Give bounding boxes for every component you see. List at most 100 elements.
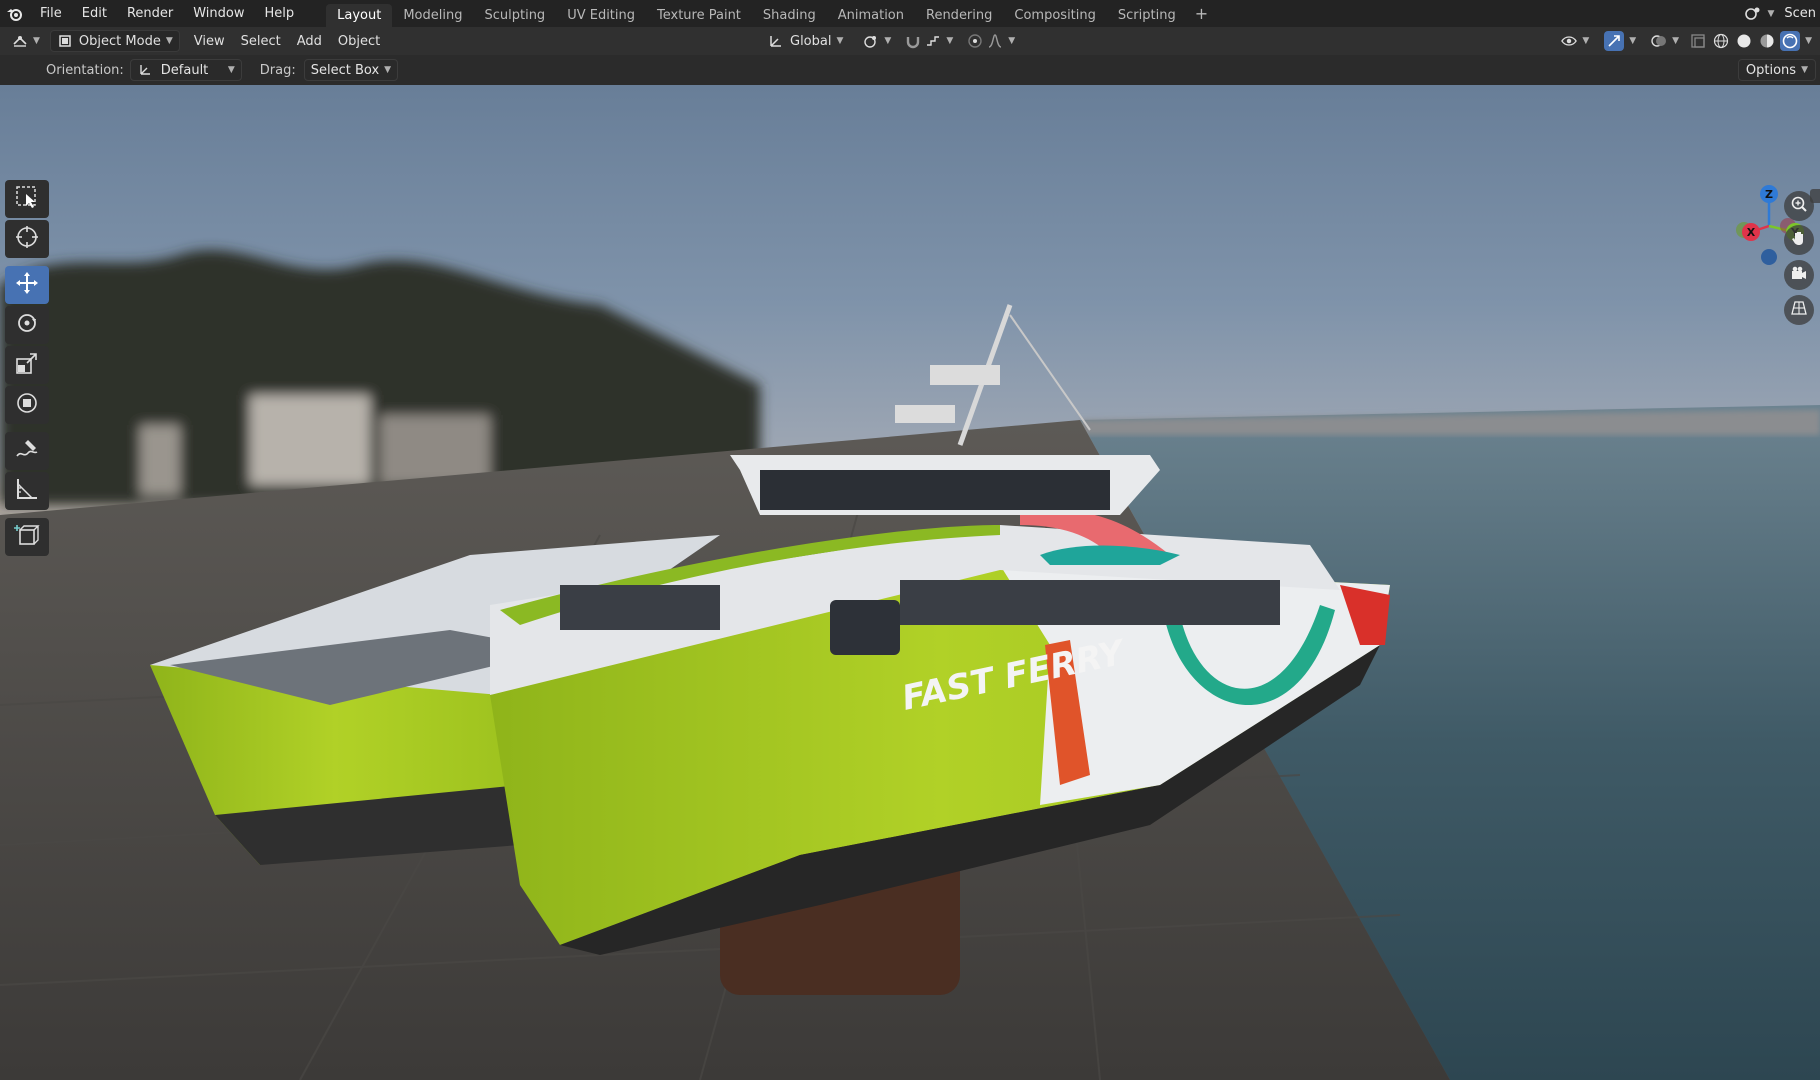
menu-edit[interactable]: Edit — [72, 0, 117, 27]
chevron-down-icon: ▼ — [165, 36, 173, 46]
drag-dropdown[interactable]: Select Box ▼ — [303, 59, 399, 81]
rotate-tool[interactable] — [5, 306, 49, 344]
chevron-down-icon: ▼ — [1672, 36, 1680, 46]
measure-ruler-icon — [14, 476, 40, 506]
shading-options-chevron-icon[interactable]: ▼ — [1805, 36, 1812, 46]
workspace-tabs: Layout Modeling Sculpting UV Editing Tex… — [326, 0, 1216, 27]
scale-tool[interactable] — [5, 346, 49, 384]
chevron-down-icon: ▼ — [1582, 36, 1590, 46]
mode-selector[interactable]: Object Mode ▼ — [49, 30, 180, 52]
menu-window[interactable]: Window — [183, 0, 254, 27]
drag-value: Select Box — [310, 62, 380, 78]
tool-settings-bar: Orientation: Default ▼ Drag: Select Box … — [0, 55, 1820, 85]
chevron-down-icon: ▼ — [1629, 36, 1637, 46]
rendered-shading-icon[interactable] — [1780, 31, 1801, 51]
z-axis-label: Z — [1765, 188, 1773, 201]
orientation-axes-icon — [768, 33, 784, 49]
material-preview-shading-icon[interactable] — [1757, 31, 1777, 51]
3d-viewport[interactable]: FAST FERRY Z X — [0, 85, 1820, 1080]
orientation-label: Orientation: — [46, 62, 124, 78]
perspective-toggle-button[interactable] — [1784, 295, 1814, 325]
overlays-toggle[interactable]: ▼ — [1645, 30, 1685, 52]
grid-perspective-icon — [1790, 299, 1808, 321]
menu-render[interactable]: Render — [117, 0, 183, 27]
pivot-point-dropdown[interactable]: ▼ — [857, 30, 897, 52]
mode-label: Object Mode — [78, 33, 161, 49]
viewport-header: ▼ Object Mode ▼ View Select Add Object G… — [0, 27, 1820, 55]
scene-selector-icon[interactable]: ▼ — [1740, 6, 1778, 22]
tab-layout[interactable]: Layout — [326, 4, 393, 27]
overlays-icon — [1651, 33, 1667, 49]
magnet-icon — [905, 33, 921, 49]
annotate-pencil-icon — [14, 436, 40, 466]
orientation-value: Default — [160, 62, 209, 78]
pan-view-button[interactable] — [1784, 225, 1814, 255]
add-workspace-button[interactable]: + — [1187, 4, 1216, 23]
tab-uv-editing[interactable]: UV Editing — [556, 4, 646, 27]
x-axis-label: X — [1747, 226, 1756, 239]
tab-texture-paint[interactable]: Texture Paint — [646, 4, 752, 27]
eye-icon — [1561, 33, 1578, 49]
scene-name-field[interactable]: Scen — [1778, 6, 1820, 21]
cursor-icon — [14, 224, 40, 254]
scale-icon — [14, 350, 40, 380]
gizmo-toggle[interactable]: ▼ — [1598, 30, 1642, 52]
chevron-down-icon: ▼ — [1008, 36, 1016, 46]
tab-animation[interactable]: Animation — [827, 4, 915, 27]
options-label: Options — [1745, 62, 1797, 78]
pivot-icon — [863, 33, 879, 49]
menu-view[interactable]: View — [188, 30, 231, 52]
snap-toggle[interactable]: ▼ — [899, 30, 959, 52]
orientation-dropdown[interactable]: Default ▼ — [129, 59, 242, 81]
zoom-icon — [1790, 195, 1808, 217]
wireframe-shading-icon[interactable] — [1711, 31, 1731, 51]
rendered-scene: FAST FERRY — [0, 250, 1820, 1080]
chevron-down-icon: ▼ — [1801, 65, 1808, 75]
tab-rendering[interactable]: Rendering — [915, 4, 1003, 27]
chevron-down-icon: ▼ — [884, 36, 892, 46]
camera-view-button[interactable] — [1784, 260, 1814, 290]
tab-scripting[interactable]: Scripting — [1107, 4, 1187, 27]
select-box-tool[interactable] — [5, 180, 49, 218]
drag-label: Drag: — [259, 62, 296, 78]
chevron-down-icon: ▼ — [946, 36, 954, 46]
proportional-editing-toggle[interactable]: ▼ — [961, 30, 1021, 52]
cursor-tool[interactable] — [5, 220, 49, 258]
chevron-down-icon: ▼ — [384, 65, 392, 75]
tab-compositing[interactable]: Compositing — [1003, 4, 1107, 27]
options-dropdown[interactable]: Options ▼ — [1737, 59, 1816, 81]
move-icon — [14, 270, 40, 300]
editor-type-button[interactable]: ▼ — [6, 30, 46, 52]
move-tool[interactable] — [5, 266, 49, 304]
gizmo-icon — [1604, 31, 1625, 51]
menu-file[interactable]: File — [30, 0, 72, 27]
xray-toggle-icon[interactable] — [1688, 31, 1708, 51]
transform-tool[interactable] — [5, 386, 49, 424]
tab-shading[interactable]: Shading — [752, 4, 827, 27]
annotate-tool[interactable] — [5, 432, 49, 470]
menu-object[interactable]: Object — [332, 30, 386, 52]
solid-shading-icon[interactable] — [1734, 31, 1754, 51]
object-mode-icon — [57, 33, 73, 49]
tab-modeling[interactable]: Modeling — [392, 4, 473, 27]
chevron-down-icon: ▼ — [227, 65, 235, 75]
menu-select[interactable]: Select — [235, 30, 287, 52]
tab-sculpting[interactable]: Sculpting — [473, 4, 556, 27]
transform-icon — [14, 390, 40, 420]
zoom-view-button[interactable] — [1784, 191, 1814, 221]
negative-z-handle[interactable] — [1761, 249, 1777, 265]
snap-target-icon — [925, 33, 941, 49]
tool-shelf — [5, 180, 53, 558]
menu-add[interactable]: Add — [291, 30, 328, 52]
menu-help[interactable]: Help — [255, 0, 305, 27]
blender-logo-icon[interactable] — [0, 0, 30, 27]
proportional-editing-icon — [967, 33, 983, 49]
top-menu-bar: File Edit Render Window Help Layout Mode… — [0, 0, 1820, 27]
object-visibility-dropdown[interactable]: ▼ — [1555, 30, 1595, 52]
transform-orientation-dropdown[interactable]: Global ▼ — [762, 30, 849, 52]
transform-orientation-label: Global — [790, 33, 832, 49]
add-cube-tool[interactable] — [5, 518, 49, 556]
camera-icon — [1790, 264, 1808, 286]
editor-type-icon — [12, 33, 28, 49]
measure-tool[interactable] — [5, 472, 49, 510]
